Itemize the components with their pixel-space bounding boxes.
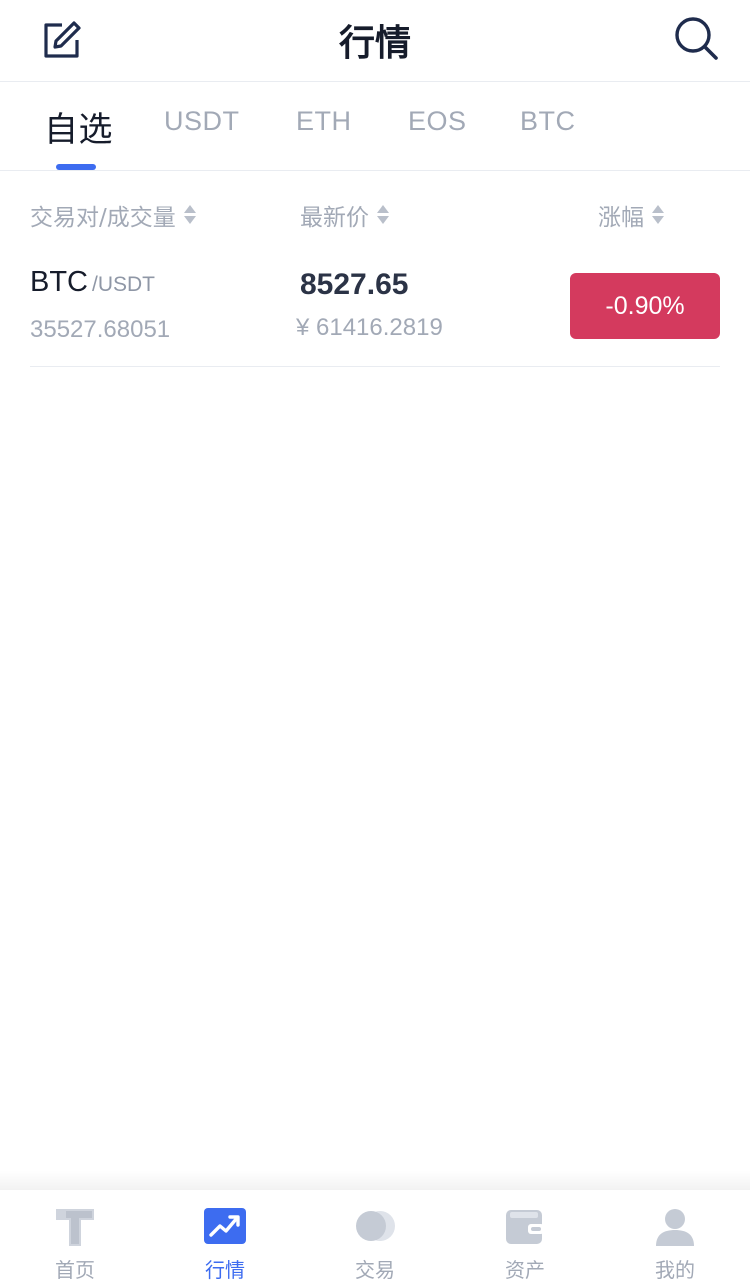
tab-eos[interactable]: EOS: [408, 106, 467, 137]
nav-label: 资产: [505, 1258, 545, 1282]
nav-market[interactable]: 行情: [150, 1190, 300, 1288]
column-header-latest-price[interactable]: 最新价: [300, 198, 390, 232]
market-chart-icon: [204, 1208, 246, 1244]
cny-price: ¥ 61416.2819: [296, 314, 443, 341]
sort-icon: [376, 203, 390, 227]
volume: 35527.68051: [30, 316, 171, 343]
nav-home[interactable]: 首页: [0, 1190, 150, 1288]
column-label: 交易对/成交量: [30, 205, 176, 231]
column-header-pair-volume[interactable]: 交易对/成交量: [30, 198, 197, 232]
nav-trade[interactable]: 交易: [300, 1190, 450, 1288]
search-icon[interactable]: [672, 14, 720, 62]
nav-label: 首页: [55, 1258, 95, 1282]
trading-pair: BTC/USDT: [30, 266, 155, 299]
latest-price: 8527.65: [300, 268, 409, 301]
column-header-change[interactable]: 涨幅: [598, 198, 665, 232]
market-tabs: 自选 USDT ETH EOS BTC: [0, 82, 750, 171]
column-label: 涨幅: [598, 205, 644, 231]
tabbar-shadow: [0, 1170, 750, 1190]
nav-assets[interactable]: 资产: [450, 1190, 600, 1288]
change-badge: -0.90%: [570, 273, 720, 339]
wallet-icon: [506, 1210, 544, 1244]
trade-icon: [356, 1211, 395, 1241]
sort-icon: [183, 203, 197, 227]
quote-currency: /USDT: [92, 273, 155, 296]
tab-eth[interactable]: ETH: [296, 106, 352, 137]
tab-favorites[interactable]: 自选: [44, 102, 113, 151]
bottom-nav: 首页 行情 交易 资产 我的: [0, 1190, 750, 1288]
column-label: 最新价: [300, 205, 369, 231]
home-icon: [56, 1209, 94, 1246]
nav-label: 行情: [205, 1258, 245, 1282]
sort-icon: [651, 203, 665, 227]
page-title: 行情: [338, 23, 411, 64]
nav-label: 交易: [355, 1258, 395, 1282]
base-currency: BTC: [30, 266, 88, 298]
profile-icon: [656, 1209, 694, 1246]
tab-btc[interactable]: BTC: [520, 106, 576, 137]
nav-label: 我的: [655, 1258, 695, 1282]
nav-profile[interactable]: 我的: [600, 1190, 750, 1288]
header: 行情: [0, 0, 750, 82]
market-row[interactable]: BTC/USDT 35527.68051 8527.65 ¥ 61416.281…: [30, 246, 720, 367]
tab-usdt[interactable]: USDT: [164, 106, 240, 137]
active-tab-indicator: [56, 164, 96, 170]
